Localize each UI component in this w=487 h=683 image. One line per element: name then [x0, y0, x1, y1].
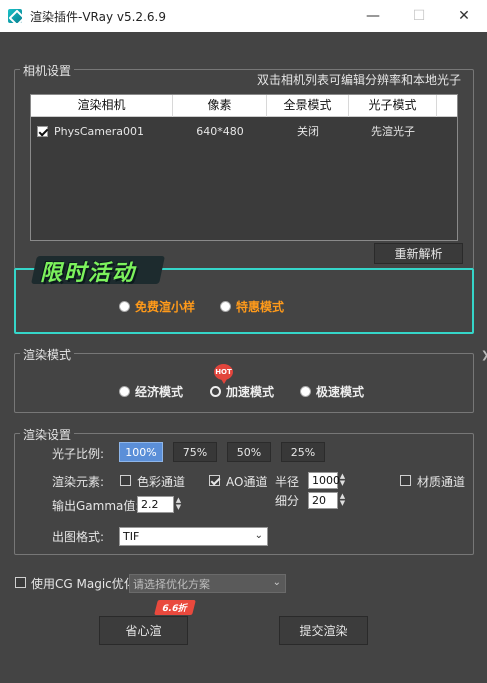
turbo-mode-option[interactable]: 极速模式 [300, 383, 364, 400]
radius-label: 半径 [275, 475, 300, 489]
economy-mode-option[interactable]: 经济模式 [119, 383, 183, 400]
photon-ratio-label: 光子比例: [52, 447, 105, 461]
optimize-plan-placeholder: 请选择优化方案 [133, 577, 210, 591]
economy-mode-radio[interactable] [119, 386, 130, 397]
optimize-plan-select[interactable]: 请选择优化方案 ⌄ [129, 574, 286, 593]
camera-table-header: 渲染相机 像素 全景模式 光子模式 [31, 95, 457, 117]
expand-caret-icon[interactable]: ❯ [481, 350, 487, 361]
chevron-down-icon: ⌄ [254, 530, 263, 541]
gamma-input[interactable]: 2.2 ▲ ▼ [137, 496, 181, 513]
close-icon: ✕ [458, 8, 470, 24]
camera-settings-legend: 相机设置 [20, 62, 75, 79]
color-channel-checkbox[interactable] [120, 475, 131, 486]
camera-panorama[interactable]: 关闭 [267, 123, 349, 139]
radius-input[interactable]: 1000 ▲ ▼ [308, 472, 345, 489]
output-format-label: 出图格式: [52, 530, 105, 544]
gamma-label: 输出Gamma值: [52, 499, 140, 513]
subdivision-input[interactable]: 20 ▲ ▼ [308, 492, 345, 509]
output-format-value: TIF [123, 530, 140, 543]
window-title: 渲染插件-VRay v5.2.6.9 [30, 10, 166, 24]
maximize-icon: ☐ [412, 8, 426, 24]
ao-channel-label: AO通道 [226, 475, 268, 489]
discount-mode-label: 特惠模式 [236, 300, 285, 314]
photon-ratio-75-button[interactable]: 75% [173, 442, 217, 462]
render-settings-legend: 渲染设置 [20, 426, 75, 443]
close-button[interactable]: ✕ [441, 0, 487, 32]
subdivision-value: 20 [312, 494, 326, 507]
title-bar: 渲染插件-VRay v5.2.6.9 — ☐ ✕ [0, 0, 487, 32]
maximize-button[interactable]: ☐ [396, 0, 442, 32]
free-sample-radio[interactable] [119, 301, 130, 312]
submit-render-button[interactable]: 提交渲染 [279, 616, 368, 645]
color-channel-label: 色彩通道 [137, 475, 186, 489]
radius-value: 1000 [312, 474, 340, 487]
render-mode-legend: 渲染模式 [20, 346, 75, 363]
subdivision-spinner-arrows[interactable]: ▲ ▼ [338, 493, 347, 508]
chevron-down-icon: ⌄ [272, 577, 281, 588]
camera-edit-hint: 双击相机列表可编辑分辨率和本地光子 [257, 73, 462, 87]
cg-magic-label: 使用CG Magic优化 [31, 577, 136, 591]
discount-badge: 6.6折 [154, 600, 196, 615]
camera-row-checkbox[interactable] [37, 125, 48, 137]
free-sample-option[interactable]: 免费渲小样 [119, 298, 195, 315]
promo-banner-text: 限时活动 [40, 261, 137, 286]
accelerate-mode-option[interactable]: 加速模式 [210, 383, 274, 400]
minimize-button[interactable]: — [350, 0, 396, 32]
col-header-panorama[interactable]: 全景模式 [267, 95, 349, 117]
discount-mode-option[interactable]: 特惠模式 [220, 298, 284, 315]
radius-spinner-arrows[interactable]: ▲ ▼ [338, 473, 347, 488]
app-logo-icon [8, 9, 22, 23]
save-effort-render-button[interactable]: 省心渲 [99, 616, 188, 645]
reparse-button[interactable]: 重新解析 [374, 243, 463, 264]
hot-badge: HOT [214, 364, 233, 384]
material-channel-checkbox[interactable] [400, 475, 411, 486]
output-format-select[interactable]: TIF ⌄ [119, 527, 268, 546]
camera-table: 渲染相机 像素 全景模式 光子模式 PhysCamera001 640*480 … [30, 94, 458, 241]
camera-name: PhysCamera001 [54, 124, 145, 138]
gamma-value: 2.2 [141, 498, 159, 511]
turbo-mode-radio[interactable] [300, 386, 311, 397]
camera-photon-mode[interactable]: 先渲光子 [349, 123, 437, 139]
gamma-spinner-arrows[interactable]: ▲ ▼ [174, 497, 183, 512]
col-header-camera[interactable]: 渲染相机 [31, 95, 173, 117]
economy-mode-label: 经济模式 [135, 385, 184, 399]
photon-ratio-25-button[interactable]: 25% [281, 442, 325, 462]
camera-pixels: 640*480 [196, 124, 244, 138]
promo-banner: 限时活动 [31, 252, 165, 286]
material-channel-label: 材质通道 [417, 475, 466, 489]
photon-ratio-50-button[interactable]: 50% [227, 442, 271, 462]
turbo-mode-label: 极速模式 [316, 385, 365, 399]
minimize-icon: — [366, 8, 380, 24]
cg-magic-checkbox[interactable] [15, 577, 26, 588]
render-elements-label: 渲染元素: [52, 475, 105, 489]
col-header-pixels[interactable]: 像素 [173, 95, 267, 117]
photon-ratio-100-button[interactable]: 100% [119, 442, 163, 462]
subdivision-label: 细分 [275, 494, 300, 508]
col-header-photon[interactable]: 光子模式 [349, 95, 437, 117]
discount-mode-radio[interactable] [220, 301, 231, 312]
table-row[interactable]: PhysCamera001 640*480 关闭 先渲光子 [31, 121, 457, 141]
ao-channel-checkbox[interactable] [209, 475, 220, 486]
free-sample-label: 免费渲小样 [135, 300, 196, 314]
accelerate-mode-label: 加速模式 [226, 385, 275, 399]
accelerate-mode-radio[interactable] [210, 386, 221, 397]
